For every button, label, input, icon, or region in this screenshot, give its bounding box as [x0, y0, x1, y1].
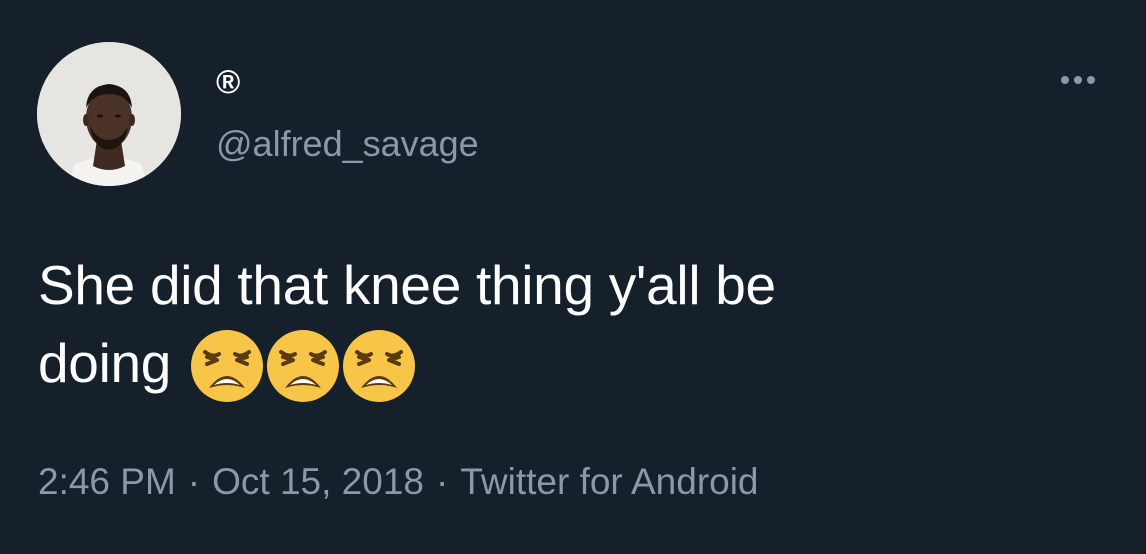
tweet-date[interactable]: Oct 15, 2018 — [212, 461, 424, 502]
meta-separator: · — [436, 461, 449, 502]
tweet-text-line-2-words: doing — [38, 332, 172, 394]
more-options-button[interactable] — [1050, 64, 1106, 96]
more-horizontal-icon-dot — [1087, 76, 1095, 84]
tweet-text: She did that knee thing y'all be doing — [38, 246, 1098, 404]
tweet-text-line-1: She did that knee thing y'all be — [38, 254, 776, 316]
tweet-card: ® @alfred_savage She did that knee thing… — [0, 0, 1146, 554]
author-handle[interactable]: @alfred_savage — [216, 124, 479, 164]
more-horizontal-icon — [1061, 76, 1069, 84]
tweet-source-link[interactable]: Twitter for Android — [460, 461, 758, 502]
weary-face-emoji-icon — [343, 330, 416, 402]
tweet-metadata: 2:46 PM · Oct 15, 2018 · Twitter for Android — [38, 460, 759, 504]
avatar-photo — [37, 42, 181, 186]
tweet-text-line-2: doing — [38, 324, 1098, 404]
weary-face-emoji-icon — [267, 330, 340, 402]
weary-face-emoji-icon — [191, 330, 264, 402]
author-display-name[interactable]: ® — [216, 64, 240, 100]
tweet-time[interactable]: 2:46 PM — [38, 461, 176, 502]
avatar[interactable] — [37, 42, 181, 186]
more-horizontal-icon-dot — [1074, 76, 1082, 84]
meta-separator: · — [187, 461, 201, 502]
